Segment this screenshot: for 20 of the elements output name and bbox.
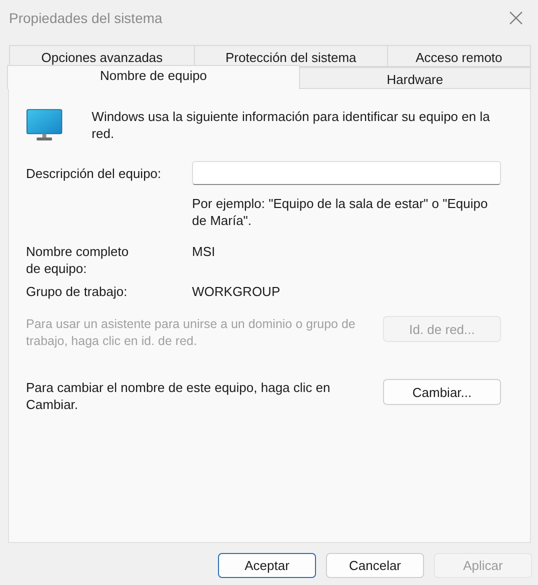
tab[interactable]: Hardware xyxy=(298,67,531,89)
instruction-text: Para usar un asistente para unirse a un dominio o grupo de trabajo, haga clic en id. de red. xyxy=(26,316,356,350)
field-label: Grupo de trabajo: xyxy=(26,283,128,300)
tab[interactable]: Protección del sistema xyxy=(194,45,388,67)
instruction-text: Para cambiar el nombre de este equipo, haga clic en Cambiar. xyxy=(26,379,332,413)
hint-text: Por ejemplo: "Equipo de la sala de estar" o "Equipo de María". xyxy=(192,195,489,229)
tab[interactable]: Opciones avanzadas xyxy=(9,45,195,67)
dialog-button[interactable]: Cancelar xyxy=(326,552,424,578)
tab[interactable]: Nombre de equipo xyxy=(7,65,300,89)
field-label: Nombre completo de equipo: xyxy=(26,243,130,277)
description-field[interactable] xyxy=(192,161,501,185)
dialog-button[interactable]: Aceptar xyxy=(218,552,316,578)
field-label: Descripción del equipo: xyxy=(26,165,162,183)
monitor-icon xyxy=(26,108,63,142)
intro-text: Windows usa la siguiente información para identificar su equipo en la red. xyxy=(92,108,491,142)
window-title: Propiedades del sistema xyxy=(9,10,162,26)
action-button[interactable]: Cambiar... xyxy=(383,379,501,405)
tab[interactable]: Acceso remoto xyxy=(386,45,531,67)
field-value: MSI xyxy=(192,244,216,259)
field-value: WORKGROUP xyxy=(192,284,280,299)
